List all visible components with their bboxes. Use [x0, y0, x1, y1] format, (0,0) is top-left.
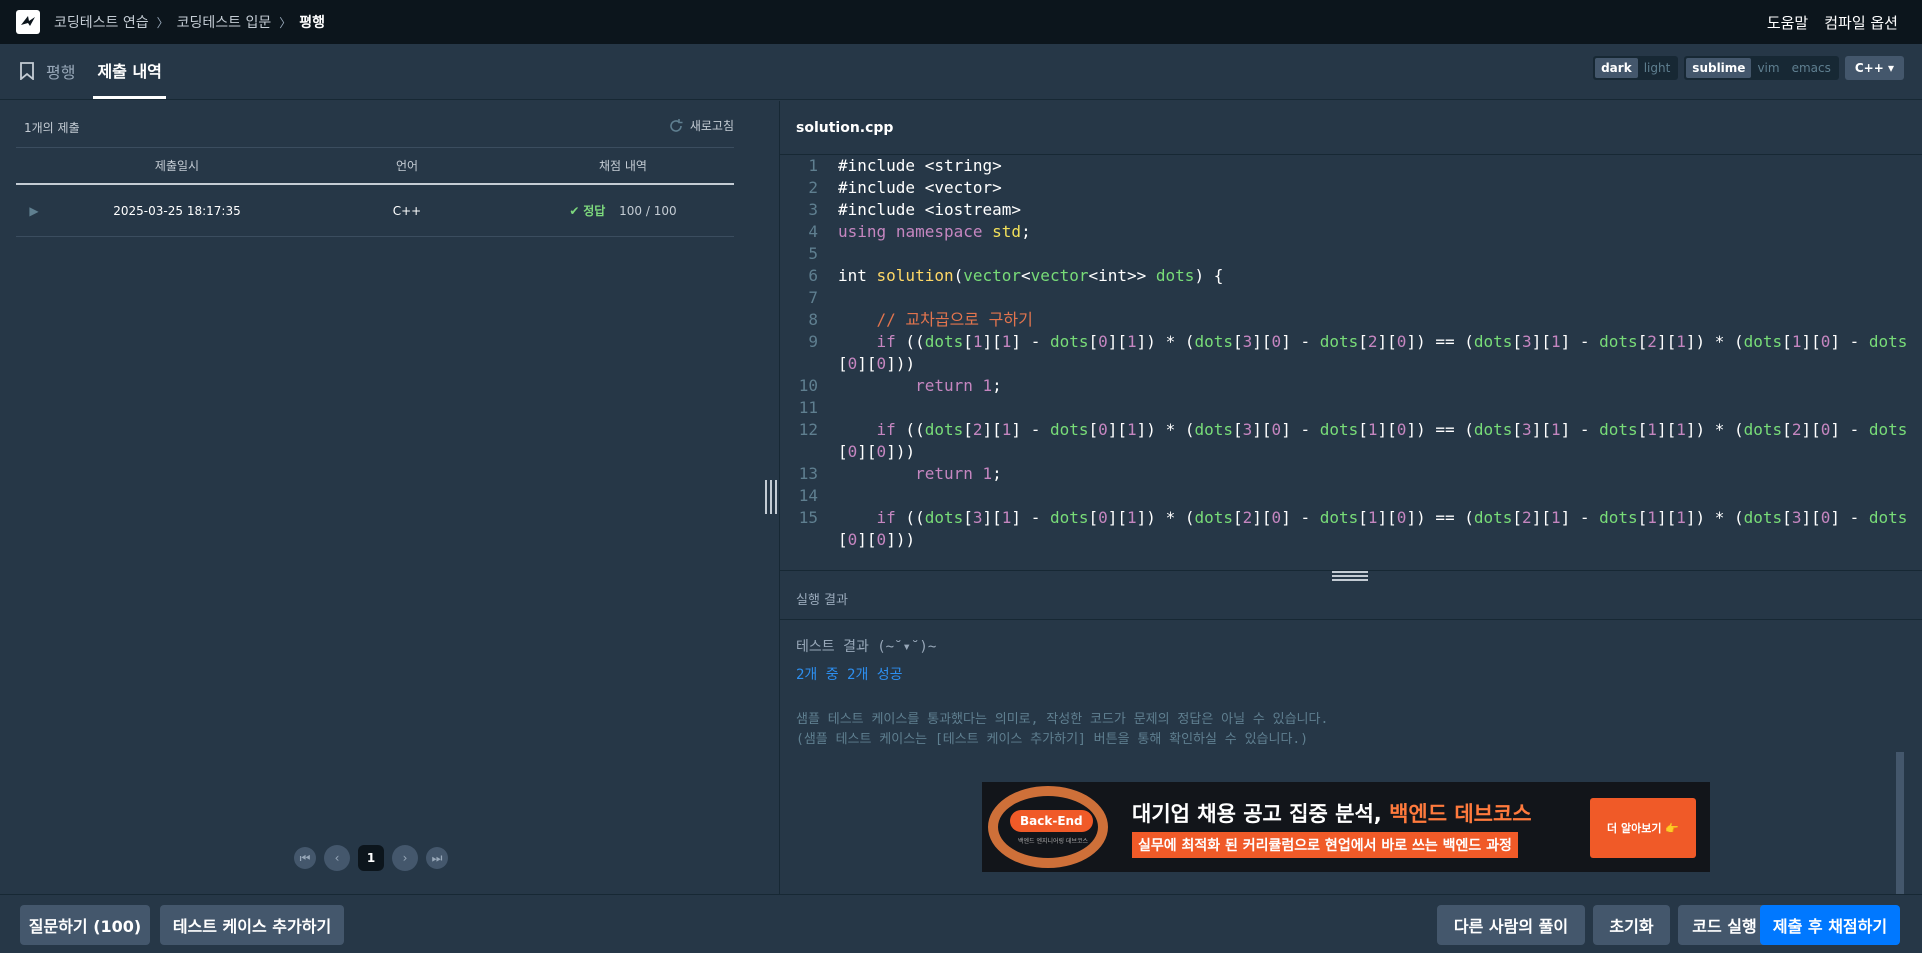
submissions-panel: 1개의 제출 새로고침 제출일시 언어 채점 내역 ▶ 2025-03-25 1…	[0, 101, 780, 894]
ad-title-highlight: 백엔드 데브코스	[1389, 802, 1532, 826]
submission-date: 2025-03-25 18:17:35	[113, 203, 241, 218]
keymap-vim-option[interactable]: vim	[1751, 58, 1785, 78]
ad-banner[interactable]: Back-End 백엔드 엔지니어링 데브코스 대기업 채용 공고 집중 분석,…	[982, 782, 1710, 872]
caret-down-icon: ▾	[1887, 61, 1894, 75]
programmers-logo-icon[interactable]	[16, 10, 40, 34]
ad-learn-more-button[interactable]: 더 알아보기 👉	[1590, 798, 1696, 858]
keymap-sublime-option[interactable]: sublime	[1686, 58, 1752, 78]
column-header-date: 제출일시	[154, 159, 200, 173]
ad-title: 대기업 채용 공고 집중 분석, 백엔드 데브코스	[1132, 798, 1532, 828]
code-editor[interactable]: 1 #include <string> 2 #include <vector> 3 #…	[780, 155, 1922, 569]
result-summary: 2개 중 2개 성공	[796, 667, 903, 683]
ad-badge: Back-End	[1010, 810, 1093, 832]
language-value: C++	[1854, 61, 1884, 75]
submission-count: 1개의 제출	[24, 121, 80, 135]
submissions-table: 제출일시 언어 채점 내역 ▶ 2025-03-25 18:17:35 C++ …	[16, 147, 734, 237]
ad-title-plain: 대기업 채용 공고 집중 분석,	[1132, 802, 1390, 826]
expand-triangle-icon[interactable]: ▶	[16, 204, 52, 218]
help-link[interactable]: 도움말	[1767, 12, 1808, 33]
refresh-icon	[670, 118, 683, 132]
result-note-line-2: (샘플 테스트 케이스는 [테스트 케이스 추가하기] 버튼을 통해 확인하실 …	[796, 732, 1309, 747]
ask-question-button[interactable]: 질문하기 (100)	[20, 905, 150, 945]
table-row[interactable]: ▶ 2025-03-25 18:17:35 C++ ✔ 정답 100 / 100	[16, 185, 734, 237]
compile-options-link[interactable]: 컴파일 옵션	[1824, 12, 1898, 33]
horizontal-resize-handle[interactable]	[1332, 571, 1368, 581]
status-badge: 정답	[583, 204, 606, 218]
tab-submissions[interactable]: 제출 내역	[93, 43, 166, 99]
breadcrumb-item-practice[interactable]: 코딩테스트 연습	[54, 12, 149, 32]
breadcrumb: 코딩테스트 연습 〉 코딩테스트 입문 〉 평행	[54, 12, 325, 32]
breadcrumb-item-intro[interactable]: 코딩테스트 입문	[177, 12, 272, 32]
pagination: ⏮ ‹ 1 › ⏭	[294, 845, 448, 871]
run-code-button[interactable]: 코드 실행	[1678, 905, 1771, 945]
result-note-line-1: 샘플 테스트 케이스를 통과했다는 의미로, 작성한 코드가 문제의 정답은 아…	[796, 712, 1329, 727]
tab-bar: 평행 제출 내역 dark light sublime vim emacs C+…	[0, 44, 1922, 100]
theme-light-option[interactable]: light	[1638, 58, 1677, 78]
ad-sub: 백엔드 엔지니어링 데브코스	[1018, 838, 1089, 845]
action-footer: 질문하기 (100) 테스트 케이스 추가하기 다른 사람의 풀이 초기화 코드…	[0, 894, 1922, 953]
page-number[interactable]: 1	[358, 845, 384, 871]
editor-header: solution.cpp	[780, 101, 1922, 155]
result-note: 샘플 테스트 케이스를 통과했다는 의미로, 작성한 코드가 문제의 정답은 아…	[796, 710, 1328, 750]
theme-dark-option[interactable]: dark	[1595, 58, 1638, 78]
keymap-emacs-option[interactable]: emacs	[1786, 58, 1837, 78]
refresh-label: 새로고침	[689, 119, 734, 133]
result-scrollbar[interactable]	[1896, 752, 1904, 894]
column-header-result: 채점 내역	[599, 159, 647, 173]
bookmark-icon[interactable]	[20, 43, 34, 99]
first-page-icon[interactable]: ⏮	[294, 847, 316, 869]
result-title: 실행 결과	[796, 593, 848, 608]
language-select[interactable]: C++ ▾	[1844, 56, 1904, 80]
theme-toggle: dark light	[1593, 56, 1679, 80]
check-circle-icon: ✔	[569, 204, 580, 218]
add-testcase-button[interactable]: 테스트 케이스 추가하기	[160, 905, 344, 945]
prev-page-icon[interactable]: ‹	[324, 845, 350, 871]
column-header-language: 언어	[395, 159, 419, 173]
file-name: solution.cpp	[796, 120, 894, 136]
ad-tagline: 실무에 최적화 된 커리큘럼으로 현업에서 바로 쓰는 백엔드 과정	[1132, 832, 1518, 858]
others-solutions-button[interactable]: 다른 사람의 풀이	[1437, 905, 1585, 945]
result-output: 테스트 결과 (~˘▾˘)~ 2개 중 2개 성공 샘플 테스트 케이스를 통과…	[796, 636, 1328, 750]
vertical-resize-handle[interactable]	[765, 480, 777, 514]
submission-score: 100 / 100	[619, 204, 677, 218]
reset-button[interactable]: 초기화	[1593, 905, 1670, 945]
next-page-icon[interactable]: ›	[392, 845, 418, 871]
submit-button[interactable]: 제출 후 채점하기	[1760, 905, 1900, 945]
breadcrumb-item-current: 평행	[299, 15, 326, 31]
top-navigation-bar: 코딩테스트 연습 〉 코딩테스트 입문 〉 평행 도움말 컴파일 옵션	[0, 0, 1922, 44]
submission-result: ✔ 정답 100 / 100	[512, 202, 734, 219]
submission-language: C++	[392, 203, 422, 218]
table-header: 제출일시 언어 채점 내역	[16, 147, 734, 185]
chevron-right-icon: 〉	[156, 15, 169, 30]
keymap-toggle: sublime vim emacs	[1684, 56, 1839, 80]
result-header-text: 테스트 결과 (~˘▾˘)~	[796, 639, 937, 655]
refresh-button[interactable]: 새로고침	[668, 117, 734, 134]
last-page-icon[interactable]: ⏭	[426, 847, 448, 869]
chevron-right-icon: 〉	[279, 15, 292, 30]
tab-problem[interactable]: 평행	[42, 43, 79, 99]
